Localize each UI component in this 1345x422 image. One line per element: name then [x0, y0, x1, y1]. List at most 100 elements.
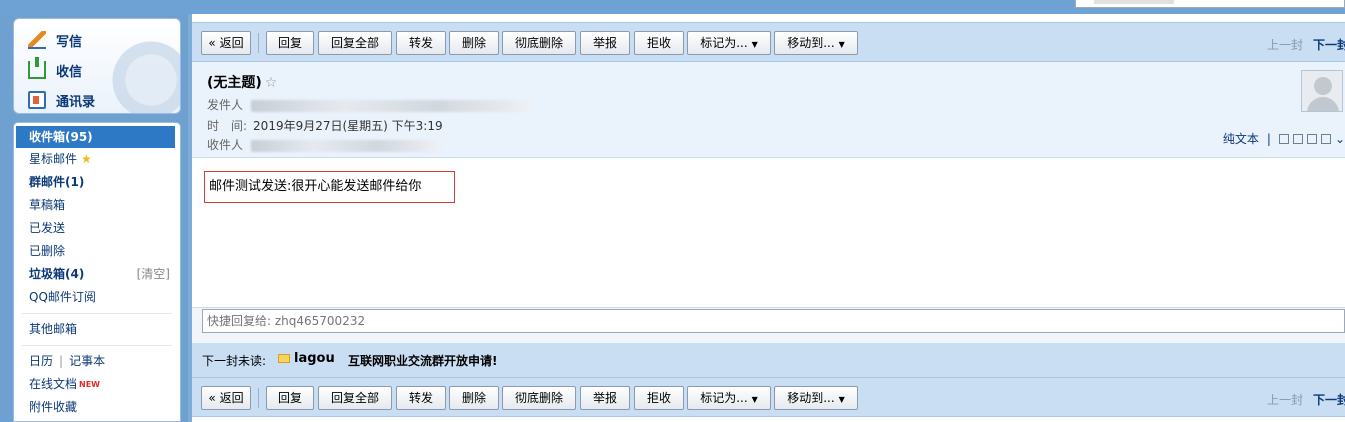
- mail-body-text: 邮件测试发送:很开心能发送邮件给你: [204, 171, 455, 203]
- folder-drafts[interactable]: 草稿箱: [14, 194, 180, 217]
- move-to-dropdown[interactable]: 移动到... ▼: [774, 386, 858, 410]
- write-icon: [28, 31, 46, 49]
- from-address-redacted: [251, 99, 532, 112]
- new-badge: NEW: [79, 380, 100, 389]
- folder-other-mailboxes[interactable]: 其他邮箱: [14, 318, 180, 341]
- delete-button[interactable]: 删除: [449, 386, 499, 410]
- envelope-icon: [278, 354, 290, 363]
- subject-text: (无主题): [207, 75, 262, 91]
- reply-all-button[interactable]: 回复全部: [318, 31, 392, 55]
- zoom-icon[interactable]: [1306, 133, 1317, 144]
- mail-subject: (无主题) ☆: [207, 72, 277, 92]
- top-search-box[interactable]: [1075, 0, 1345, 8]
- clean-spam-link[interactable]: [清空]: [137, 263, 170, 286]
- next-unread-bar: 下一封未读: lagou 互联网职业交流群开放申请!: [192, 343, 1345, 377]
- online-docs-label: 在线文档: [29, 377, 78, 391]
- pager: 上一封 下一封: [1267, 391, 1345, 408]
- from-row: 发件人: [207, 96, 532, 113]
- toolbar-separator: [258, 388, 259, 408]
- prev-mail-link[interactable]: 上一封: [1267, 393, 1303, 407]
- divider: [22, 313, 172, 314]
- back-button[interactable]: « 返回: [201, 386, 251, 410]
- folder-drafts-label: 草稿箱: [29, 198, 66, 212]
- next-unread-sender[interactable]: lagou: [294, 351, 335, 366]
- to-address-redacted: [251, 139, 442, 152]
- reply-button[interactable]: 回复: [266, 386, 314, 410]
- receive-icon: [28, 57, 46, 79]
- to-row: 收件人: [207, 136, 442, 153]
- receive-link[interactable]: 收信: [28, 57, 83, 82]
- chevron-down-icon: ▼: [838, 40, 845, 49]
- chevron-down-icon: ▼: [838, 395, 845, 404]
- report-button[interactable]: 举报: [580, 386, 630, 410]
- notes-link[interactable]: 记事本: [69, 354, 105, 368]
- sender-avatar: [1301, 70, 1343, 112]
- quick-reply-bar: [192, 307, 1345, 343]
- folder-attachments[interactable]: 附件收藏: [14, 396, 180, 419]
- folder-online-docs[interactable]: 在线文档 NEW: [14, 373, 180, 396]
- contacts-icon: [28, 91, 46, 109]
- folder-inbox-label: 收件箱(95): [29, 130, 93, 144]
- time-label: 时 间:: [207, 119, 248, 133]
- folder-sent-label: 已发送: [29, 221, 66, 235]
- delete-permanently-button[interactable]: 彻底删除: [502, 386, 576, 410]
- sidebar: 写信 收信 通讯录 收件箱(95) 星标邮件 ★ 群邮件(1) 草稿箱 已发送 已…: [0, 14, 188, 422]
- folder-sent[interactable]: 已发送: [14, 217, 180, 240]
- mail-body: 邮件测试发送:很开心能发送邮件给你: [192, 159, 1345, 307]
- plain-text-link[interactable]: 纯文本: [1223, 130, 1259, 147]
- folder-spam[interactable]: 垃圾箱(4) [清空]: [14, 263, 180, 286]
- report-button[interactable]: 举报: [580, 31, 630, 55]
- star-outline-icon[interactable]: ☆: [265, 75, 278, 91]
- back-button[interactable]: « 返回: [201, 31, 251, 55]
- folder-deleted[interactable]: 已删除: [14, 240, 180, 263]
- next-unread-subject[interactable]: 互联网职业交流群开放申请!: [348, 352, 497, 369]
- page-icon[interactable]: [1292, 133, 1303, 144]
- print-icon[interactable]: [1320, 133, 1331, 144]
- folder-inbox[interactable]: 收件箱(95): [16, 126, 175, 148]
- star-icon: ★: [81, 152, 92, 166]
- move-to-dropdown[interactable]: 移动到... ▼: [774, 31, 858, 55]
- reply-button[interactable]: 回复: [266, 31, 314, 55]
- time-row: 时 间: 2019年9月27日(星期五) 下午3:19: [207, 117, 443, 134]
- calendar-notes-row: 日历 | 记事本: [14, 350, 180, 373]
- compose-link[interactable]: 写信: [28, 28, 82, 52]
- reply-all-button[interactable]: 回复全部: [318, 386, 392, 410]
- from-label: 发件人: [207, 98, 244, 112]
- reject-button[interactable]: 拒收: [634, 386, 684, 410]
- move-to-label: 移动到...: [787, 391, 835, 405]
- mark-as-dropdown[interactable]: 标记为... ▼: [687, 31, 771, 55]
- chevron-down-icon: ▼: [751, 40, 758, 49]
- folder-subscription-label: QQ邮件订阅: [29, 290, 96, 304]
- toolbar-bottom: « 返回 回复 回复全部 转发 删除 彻底删除 举报 拒收 标记为... ▼ 移动…: [192, 377, 1345, 417]
- folder-deleted-label: 已删除: [29, 244, 66, 258]
- next-mail-link[interactable]: 下一封: [1313, 38, 1345, 52]
- forward-button[interactable]: 转发: [396, 31, 446, 55]
- chevron-down-icon[interactable]: ⌄: [1335, 132, 1345, 146]
- calendar-link[interactable]: 日历: [29, 354, 53, 368]
- move-to-label: 移动到...: [787, 36, 835, 50]
- folder-list: 收件箱(95) 星标邮件 ★ 群邮件(1) 草稿箱 已发送 已删除 垃圾箱(4) […: [13, 122, 181, 422]
- folder-group[interactable]: 群邮件(1): [14, 171, 180, 194]
- delete-button[interactable]: 删除: [449, 31, 499, 55]
- prev-mail-link[interactable]: 上一封: [1267, 38, 1303, 52]
- chevron-down-icon: ▼: [751, 395, 758, 404]
- pipe-divider: |: [1266, 131, 1271, 146]
- contacts-link[interactable]: 通讯录: [28, 88, 95, 112]
- new-window-icon[interactable]: [1278, 133, 1289, 144]
- folder-starred-label: 星标邮件: [29, 152, 78, 166]
- mark-as-dropdown[interactable]: 标记为... ▼: [687, 386, 771, 410]
- next-mail-link[interactable]: 下一封: [1313, 393, 1345, 407]
- qq-penguin-watermark-icon: [106, 35, 180, 113]
- folder-subscription[interactable]: QQ邮件订阅: [14, 286, 180, 309]
- divider: [22, 345, 172, 346]
- folder-other-label: 其他邮箱: [29, 322, 78, 336]
- reject-button[interactable]: 拒收: [634, 31, 684, 55]
- mark-as-label: 标记为...: [700, 391, 748, 405]
- receive-label: 收信: [56, 64, 83, 80]
- folder-starred[interactable]: 星标邮件 ★: [14, 148, 180, 171]
- quick-reply-input[interactable]: [202, 309, 1345, 333]
- delete-permanently-button[interactable]: 彻底删除: [502, 31, 576, 55]
- search-text-blur: [1094, 0, 1174, 4]
- folder-spam-label: 垃圾箱(4): [29, 267, 85, 281]
- forward-button[interactable]: 转发: [396, 386, 446, 410]
